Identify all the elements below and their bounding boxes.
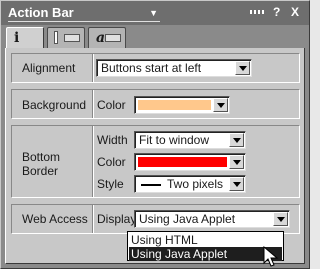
help-button[interactable]: ? (273, 5, 280, 19)
web-access-label: Web Access (22, 212, 88, 226)
divider (92, 90, 94, 118)
border-style-value: Two pixels (167, 177, 224, 191)
panel-title-text: Action Bar (8, 5, 74, 20)
text-icon: a (96, 30, 106, 46)
border-width-value: Fit to window (139, 133, 210, 147)
option-using-java-applet[interactable]: Using Java Applet (129, 247, 282, 261)
option-using-html[interactable]: Using HTML (129, 233, 282, 247)
chevron-down-icon[interactable] (229, 133, 244, 147)
display-select[interactable]: Using Java Applet (134, 210, 290, 228)
bottom-border-row: Bottom Border Width Fit to window Color … (11, 125, 300, 198)
background-row: Background Color (11, 89, 300, 119)
alignment-row: Alignment Buttons start at left (11, 53, 300, 83)
title-bar: Action Bar ▼ ? X (1, 1, 309, 25)
style-label: Style (97, 177, 124, 191)
border-icon (54, 31, 58, 44)
chevron-down-icon[interactable] (213, 98, 228, 112)
display-label: Display (97, 212, 137, 226)
tab-box-icon (64, 34, 80, 42)
chevron-down-icon[interactable]: ▼ (149, 6, 158, 21)
bottom-border-label-line2: Border (22, 164, 59, 178)
info-icon: i (14, 30, 20, 46)
close-button[interactable]: X (291, 5, 299, 19)
display-options-list: Using HTML Using Java Applet (127, 231, 284, 261)
background-color-label: Color (97, 98, 126, 112)
divider (92, 54, 94, 82)
line-style-icon (141, 184, 161, 186)
web-access-row: Web Access Display Using Java Applet (11, 204, 300, 234)
tab-text[interactable]: a (88, 27, 126, 48)
display-value: Using Java Applet (139, 212, 236, 226)
border-color-label: Color (97, 155, 126, 169)
alignment-label: Alignment (22, 61, 76, 75)
divider (92, 126, 94, 197)
chevron-down-icon[interactable] (273, 212, 288, 226)
background-color-swatch (138, 100, 211, 110)
chevron-down-icon[interactable] (235, 61, 250, 75)
chevron-down-icon[interactable] (229, 155, 244, 169)
bottom-border-label-line1: Bottom (22, 150, 61, 164)
alignment-select[interactable]: Buttons start at left (96, 59, 252, 77)
background-color-select[interactable] (134, 96, 230, 114)
border-width-select[interactable]: Fit to window (134, 131, 246, 149)
border-color-select[interactable] (134, 153, 246, 171)
panel-title[interactable]: Action Bar ▼ (8, 5, 160, 22)
width-label: Width (97, 133, 128, 147)
action-bar-panel: Action Bar ▼ ? X i a Alignment Buttons s… (0, 0, 310, 269)
mouse-pointer-icon (263, 246, 279, 267)
tab-border[interactable] (47, 27, 85, 48)
divider (92, 205, 94, 233)
chevron-down-icon[interactable] (229, 177, 244, 191)
background-label: Background (22, 98, 87, 112)
panel-menu-icon[interactable] (250, 10, 264, 14)
border-color-swatch (138, 157, 227, 167)
tab-info[interactable]: i (6, 27, 44, 49)
alignment-value: Buttons start at left (101, 61, 202, 75)
border-style-select[interactable]: Two pixels (134, 175, 246, 193)
tab-box-icon (105, 34, 121, 42)
